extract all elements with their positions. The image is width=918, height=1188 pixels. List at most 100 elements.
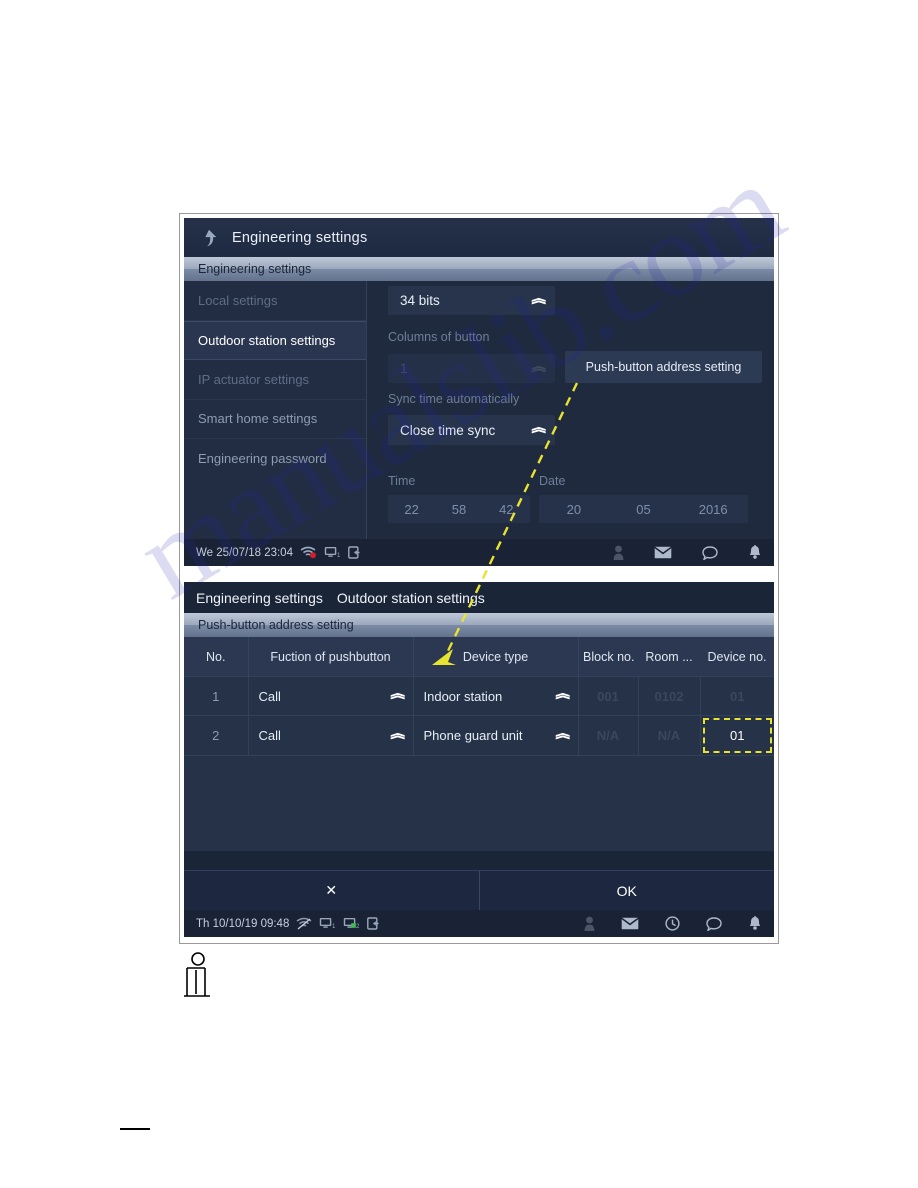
sidebar-item-local-settings[interactable]: Local settings — [184, 281, 366, 321]
envelope-icon[interactable] — [654, 546, 672, 559]
action-bar: ✕ OK — [184, 870, 774, 910]
table-empty-area — [184, 755, 774, 851]
bits-dropdown[interactable]: 34 bits ⟪ — [388, 286, 555, 315]
top-screen-body: Local settings Outdoor station settings … — [184, 281, 774, 539]
speech-bubble-icon[interactable] — [706, 916, 722, 931]
cell-device-type-value: Phone guard unit — [423, 728, 523, 743]
date-day[interactable]: 20 — [539, 502, 609, 517]
envelope-icon[interactable] — [621, 917, 639, 930]
cell-function[interactable]: Call ⟪ — [248, 676, 414, 716]
wifi-alert-icon — [300, 546, 316, 559]
page-footer-rule — [120, 1128, 150, 1130]
columns-of-button-label: Columns of button — [388, 330, 490, 344]
monitor-1-icon: 1 — [320, 918, 336, 930]
cell-device-type-value: Indoor station — [423, 688, 503, 704]
sidebar-item-engineering-password[interactable]: Engineering password — [184, 439, 366, 479]
section-band-engineering: Engineering settings — [184, 257, 774, 281]
breadcrumb-item-outdoor-station-settings[interactable]: Outdoor station settings — [337, 590, 485, 606]
push-button-address-setting-button[interactable]: Push-button address setting — [565, 351, 762, 383]
bell-icon[interactable] — [748, 916, 762, 931]
table-row[interactable]: 2 Call ⟪ Phone guard unit ⟪ N/A N/A 01 — [184, 715, 774, 756]
cell-device-type[interactable]: Phone guard unit ⟪ — [413, 715, 579, 756]
cancel-button[interactable]: ✕ — [184, 871, 480, 910]
up-arrow-icon[interactable] — [198, 227, 220, 249]
cell-no: 2 — [184, 715, 249, 756]
col-header-no: No. — [184, 637, 249, 677]
sync-dropdown-value: Close time sync — [400, 422, 496, 438]
cell-device-no-highlighted[interactable]: 01 — [700, 715, 774, 756]
sync-time-dropdown[interactable]: Close time sync ⟪ — [388, 415, 555, 445]
cell-no: 1 — [184, 676, 249, 716]
table-filler-row — [184, 755, 774, 851]
top-status-bar: We 25/07/18 23:04 1 — [184, 539, 774, 566]
chevron-down-icon: ⟪ — [554, 731, 572, 740]
page-title: Engineering settings — [232, 229, 368, 246]
bell-icon[interactable] — [748, 545, 762, 560]
time-seconds[interactable]: 42 — [483, 502, 530, 517]
cell-block-no[interactable]: N/A — [578, 715, 639, 756]
columns-of-button-dropdown[interactable]: 1 ⟪ — [388, 354, 555, 383]
settings-content: 34 bits ⟪ Columns of button 1 ⟪ Push-but… — [367, 281, 774, 539]
ok-button[interactable]: OK — [479, 871, 774, 910]
clock-icon[interactable] — [665, 916, 680, 931]
date-month[interactable]: 05 — [609, 502, 679, 517]
sidebar-item-label: Outdoor station settings — [198, 332, 336, 348]
status-datetime: Th 10/10/19 09:48 — [196, 917, 290, 930]
chevron-down-icon: ⟪ — [554, 691, 572, 701]
bits-dropdown-value: 34 bits — [400, 293, 440, 308]
person-icon[interactable] — [613, 545, 624, 560]
col-header-function: Fuction of pushbutton — [248, 637, 414, 677]
cell-device-type[interactable]: Indoor station ⟪ — [413, 676, 579, 716]
cell-function[interactable]: Call ⟪ — [248, 715, 414, 756]
col-header-block-no: Block no. — [578, 637, 638, 677]
speech-bubble-icon[interactable] — [702, 545, 718, 560]
sidebar-item-label: Local settings — [198, 292, 278, 308]
time-spinner[interactable]: 22 58 42 — [388, 495, 530, 523]
cell-room-no[interactable]: N/A — [638, 715, 701, 756]
top-device-screen: Engineering settings Engineering setting… — [184, 218, 774, 566]
screenshot-frame: Engineering settings Engineering setting… — [179, 213, 779, 944]
svg-text:2: 2 — [356, 924, 360, 930]
chevron-down-icon: ⟪ — [389, 731, 407, 740]
sidebar-item-ip-actuator-settings[interactable]: IP actuator settings — [184, 360, 366, 400]
col-header-device-no: Device no. — [700, 637, 774, 677]
section-band-push-button-address: Push-button address setting — [184, 613, 774, 637]
cell-function-value: Call — [258, 728, 281, 743]
chevron-down-icon: ⟪ — [529, 296, 547, 305]
time-minutes[interactable]: 58 — [435, 502, 482, 517]
sidebar-item-label: IP actuator settings — [198, 371, 310, 387]
cell-function-value: Call — [258, 688, 281, 704]
logout-icon — [348, 546, 360, 559]
person-icon[interactable] — [584, 916, 595, 931]
cell-block-no[interactable]: 001 — [578, 676, 639, 716]
wifi-off-icon — [296, 917, 312, 930]
chevron-down-icon: ⟪ — [529, 425, 547, 435]
status-left-group: We 25/07/18 23:04 1 — [196, 546, 362, 559]
chevron-down-icon: ⟪ — [389, 691, 407, 701]
col-header-room-no: Room ... — [638, 637, 700, 677]
title-bar: Engineering settings — [184, 218, 774, 257]
monitor-2-icon: 2 — [344, 918, 360, 930]
status-right-group — [613, 545, 762, 560]
status-datetime: We 25/07/18 23:04 — [196, 546, 293, 559]
date-year[interactable]: 2016 — [678, 502, 748, 517]
sync-time-label: Sync time automatically — [388, 392, 520, 406]
table-header-row: No. Fuction of pushbutton Device type Bl… — [184, 637, 774, 677]
sidebar-item-smart-home-settings[interactable]: Smart home settings — [184, 400, 366, 439]
status-left-group: Th 10/10/19 09:48 1 2 — [196, 917, 381, 930]
sidebar-item-label: Smart home settings — [198, 411, 318, 427]
status-right-group — [584, 916, 762, 931]
cell-device-no[interactable]: 01 — [700, 676, 774, 716]
col-header-device-type: Device type — [413, 637, 579, 677]
date-spinner[interactable]: 20 05 2016 — [539, 495, 748, 523]
table-row[interactable]: 1 Call ⟪ Indoor station ⟪ 001 0102 01 — [184, 676, 774, 716]
sidebar-item-label: Engineering password — [198, 451, 327, 467]
selection-highlight-box — [702, 718, 772, 753]
monitor-1-icon: 1 — [324, 547, 341, 559]
breadcrumb-item-engineering-settings[interactable]: Engineering settings — [196, 590, 323, 606]
cell-room-no[interactable]: 0102 — [638, 676, 701, 716]
sidebar-item-outdoor-station-settings[interactable]: Outdoor station settings — [184, 320, 366, 360]
bottom-device-screen: Engineering settings Outdoor station set… — [184, 582, 774, 937]
time-hours[interactable]: 22 — [388, 502, 435, 517]
time-label: Time — [388, 474, 416, 488]
